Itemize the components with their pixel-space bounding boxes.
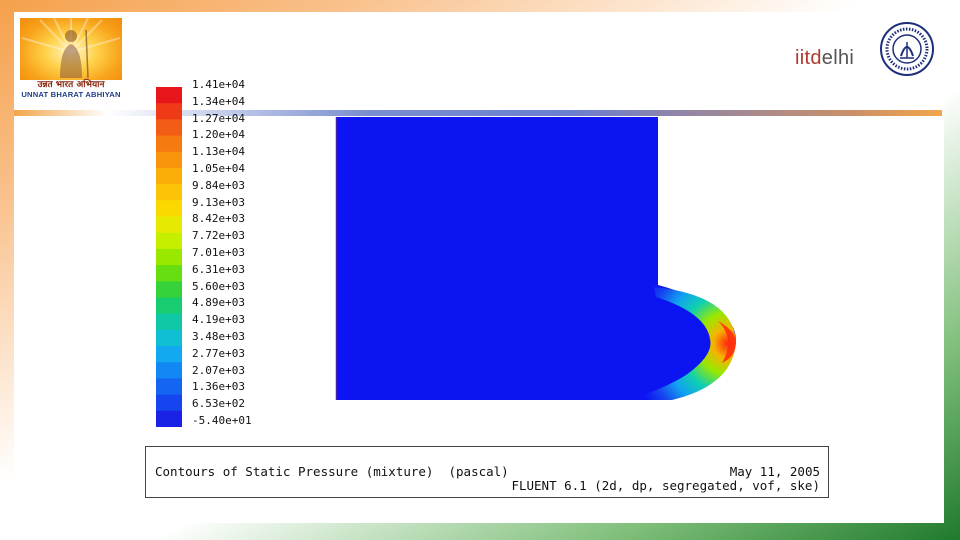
colorbar-tick-label: -5.40e+01 (192, 414, 252, 427)
pressure-contour-plot (335, 117, 737, 400)
colorbar-swatch (156, 297, 182, 315)
colorbar-swatch (156, 184, 182, 201)
sunburst-emblem (20, 17, 122, 80)
colorbar-swatch (156, 362, 182, 379)
caption-date: May 11, 2005 (729, 464, 820, 479)
iitd-wordmark-part-a: iitd (795, 47, 822, 69)
colorbar-swatch (156, 281, 182, 298)
colorbar-tick-label: 6.31e+03 (192, 262, 245, 276)
colorbar-tick-label: 7.01e+03 (192, 246, 245, 259)
colorbar-swatch (156, 151, 182, 169)
caption-solver: FLUENT 6.1 (2d, dp, segregated, vof, ske… (511, 478, 820, 493)
colorbar-tick-label: 9.84e+03 (192, 178, 245, 192)
colorbar-swatch (156, 346, 182, 363)
colorbar-tick-label: 2.07e+03 (192, 363, 245, 377)
colorbar-tick-label: 1.34e+04 (192, 94, 245, 108)
colorbar-tick-label: 8.42e+03 (192, 212, 245, 226)
colorbar-tick-label: 4.89e+03 (192, 296, 245, 310)
colorbar-swatch (156, 200, 182, 218)
colorbar-swatch (156, 265, 182, 282)
colorbar-swatch (156, 313, 182, 331)
iit-delhi-wordmark: iitdelhi (795, 47, 854, 70)
colorbar-swatch (156, 329, 182, 347)
colorbar-tick-label: 1.27e+04 (192, 111, 245, 125)
fluid-domain (336, 117, 737, 400)
colorbar-tick-label: 1.36e+03 (192, 380, 245, 394)
colorbar-swatch (156, 135, 182, 153)
colorbar-tick-label: 4.19e+03 (192, 313, 245, 327)
iit-delhi-seal-icon (880, 22, 934, 76)
colorbar-tick-label: 1.05e+04 (192, 162, 245, 175)
caption-title: Contours of Static Pressure (mixture) (p… (155, 464, 509, 479)
colorbar-swatch (156, 119, 182, 137)
colorbar-swatch (156, 87, 182, 104)
colorbar-swatch (156, 410, 182, 427)
unnat-bharat-abhiyan-logo: उन्नत भारत अभियान UNNAT BHARAT ABHIYAN (20, 17, 122, 100)
uba-hindi-wordmark: उन्नत भारत अभियान (37, 80, 105, 90)
colorbar-swatch (156, 216, 182, 234)
colorbar-tick-label: 9.13e+03 (192, 195, 245, 209)
colorbar-tick-label: 1.20e+04 (192, 128, 245, 142)
pressure-colorbar (156, 87, 182, 427)
iitd-wordmark-part-b: elhi (821, 47, 855, 69)
colorbar-tick-label: 1.13e+04 (192, 145, 245, 159)
colorbar-tick-label: 5.60e+03 (192, 279, 245, 293)
colorbar-swatch (156, 394, 182, 412)
uba-english-wordmark: UNNAT BHARAT ABHIYAN (21, 90, 121, 99)
header-divider (14, 110, 942, 116)
colorbar-tick-label: 1.41e+04 (192, 78, 245, 91)
colorbar-tick-label: 2.77e+03 (192, 346, 245, 360)
colorbar-swatch (156, 232, 182, 250)
colorbar-tick-label: 7.72e+03 (192, 229, 245, 243)
colorbar-swatch (156, 103, 182, 120)
colorbar-swatch (156, 167, 182, 185)
colorbar-tick-label: 3.48e+03 (192, 330, 245, 343)
colorbar-swatch (156, 248, 182, 266)
plot-caption-box: Contours of Static Pressure (mixture) (p… (145, 446, 829, 498)
colorbar-swatch (156, 378, 182, 396)
colorbar-tick-label: 6.53e+02 (192, 397, 245, 411)
